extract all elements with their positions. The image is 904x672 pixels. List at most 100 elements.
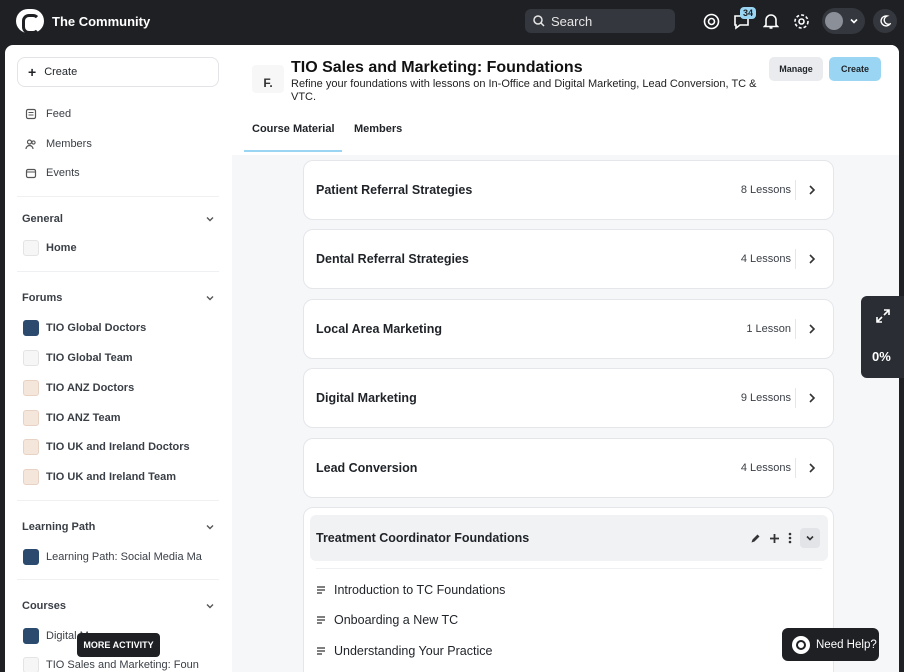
section-title: Learning Path: [22, 521, 96, 533]
section-title: Local Area Marketing: [316, 322, 442, 336]
need-help-button[interactable]: Need Help?: [782, 628, 879, 661]
sidebar-item-forum[interactable]: TIO Global Team: [23, 348, 133, 368]
search-input[interactable]: Search: [525, 9, 675, 33]
section-title: General: [22, 213, 63, 225]
divider: [795, 388, 796, 408]
space-icon: [23, 469, 39, 485]
section-forums[interactable]: Forums: [22, 288, 215, 308]
bell-icon[interactable]: [760, 10, 782, 32]
create-button[interactable]: + Create: [17, 57, 219, 87]
section-learning-path[interactable]: Learning Path: [22, 517, 215, 537]
progress-widget[interactable]: 0%: [861, 296, 904, 378]
calendar-icon: [25, 167, 37, 179]
space-icon: [23, 628, 39, 644]
settings-icon[interactable]: [790, 10, 812, 32]
sidebar-item-label: Events: [46, 167, 80, 179]
sidebar-item-label: Learning Path: Social Media Ma: [46, 551, 202, 563]
lesson-count: 9 Lessons: [740, 392, 791, 404]
sidebar-item-forum[interactable]: TIO UK and Ireland Doctors: [23, 437, 190, 457]
support-icon[interactable]: [700, 10, 722, 32]
sidebar-item-feed[interactable]: Feed: [25, 104, 71, 124]
lesson-item[interactable]: Onboarding a New TC: [316, 613, 458, 627]
sidebar-item-learning-path[interactable]: Learning Path: Social Media Ma: [23, 547, 202, 567]
lesson-title: Onboarding a New TC: [334, 613, 459, 627]
section-courses[interactable]: Courses: [22, 596, 215, 616]
more-icon[interactable]: [788, 532, 792, 544]
divider: [17, 500, 219, 501]
chevron-down-icon: [206, 296, 214, 301]
divider: [17, 271, 219, 272]
brand[interactable]: The Community: [16, 9, 150, 34]
search-placeholder: Search: [551, 13, 593, 29]
course-logo: F.: [252, 65, 284, 93]
sidebar-item-label: TIO Global Team: [46, 352, 133, 364]
section-card[interactable]: Dental Referral Strategies 4 Lessons: [303, 229, 834, 289]
lesson-count: 8 Lessons: [740, 184, 791, 196]
section-title: Treatment Coordinator Foundations: [316, 531, 530, 545]
sidebar-item-course[interactable]: TIO Sales and Marketing: Foun: [23, 655, 199, 672]
space-icon: [23, 320, 39, 336]
plus-icon[interactable]: [769, 533, 780, 544]
lesson-item[interactable]: Introduction to TC Foundations: [316, 583, 505, 597]
sidebar-item-forum[interactable]: TIO ANZ Team: [23, 408, 121, 428]
manage-button[interactable]: Manage: [769, 57, 823, 81]
create-lesson-button[interactable]: Create: [829, 57, 881, 81]
chevron-down-icon: [206, 217, 214, 222]
section-card[interactable]: Patient Referral Strategies 8 Lessons: [303, 160, 834, 220]
need-help-label: Need Help?: [816, 638, 877, 651]
expand-icon: [876, 309, 890, 323]
section-title: Patient Referral Strategies: [316, 183, 473, 197]
section-general[interactable]: General: [22, 209, 215, 229]
lesson-item[interactable]: Understanding Your Practice: [316, 644, 492, 658]
feed-icon: [25, 108, 37, 120]
sidebar-item-forum[interactable]: TIO UK and Ireland Team: [23, 467, 176, 487]
section-card[interactable]: Local Area Marketing 1 Lesson: [303, 299, 834, 359]
divider: [17, 196, 219, 197]
chevron-right-icon[interactable]: [807, 253, 817, 265]
main-content: F. TIO Sales and Marketing: Foundations …: [232, 45, 899, 672]
sidebar-item-members[interactable]: Members: [25, 134, 92, 154]
section-header[interactable]: Treatment Coordinator Foundations: [310, 515, 828, 561]
space-icon: [23, 380, 39, 396]
lesson-title: Understanding Your Practice: [334, 644, 493, 658]
space-icon: [23, 240, 39, 256]
collapse-button[interactable]: [800, 528, 820, 548]
chevron-right-icon[interactable]: [807, 462, 817, 474]
divider: [795, 180, 796, 200]
sidebar-item-events[interactable]: Events: [25, 163, 80, 183]
lesson-count: 1 Lesson: [746, 323, 791, 335]
sidebar-item-home[interactable]: Home: [23, 238, 77, 258]
sidebar-item-forum[interactable]: TIO Global Doctors: [23, 318, 146, 338]
lesson-icon: [317, 586, 325, 594]
section-title: Dental Referral Strategies: [316, 252, 469, 266]
section-title: Forums: [22, 292, 63, 304]
moon-icon[interactable]: [873, 9, 897, 33]
space-icon: [23, 657, 39, 672]
tab-members[interactable]: Members: [354, 123, 402, 135]
chevron-right-icon[interactable]: [807, 323, 817, 335]
chevron-right-icon[interactable]: [807, 392, 817, 404]
sidebar-item-label: Members: [46, 138, 92, 150]
lesson-icon: [317, 616, 325, 624]
section-title: Lead Conversion: [316, 461, 418, 475]
members-icon: [25, 138, 37, 150]
chevron-right-icon[interactable]: [807, 184, 817, 196]
search-icon: [533, 15, 545, 27]
section-card[interactable]: Digital Marketing 9 Lessons: [303, 368, 834, 428]
user-menu[interactable]: [822, 8, 865, 34]
community-logo-icon: [16, 9, 44, 34]
sidebar-item-forum[interactable]: TIO ANZ Doctors: [23, 378, 134, 398]
plus-icon: +: [28, 64, 37, 80]
sidebar-item-label: TIO Sales and Marketing: Foun: [46, 659, 199, 671]
lesson-count: 4 Lessons: [740, 253, 791, 265]
pencil-icon[interactable]: [750, 533, 761, 544]
messages-icon[interactable]: 34: [730, 7, 757, 32]
section-title: Digital Marketing: [316, 391, 417, 405]
tab-course-material[interactable]: Course Material: [252, 123, 335, 135]
chevron-down-icon: [850, 18, 858, 24]
sidebar-item-label: TIO ANZ Doctors: [46, 382, 135, 394]
divider: [17, 579, 219, 580]
section-card-expanded: Treatment Coordinator Foundations Introd…: [303, 507, 834, 672]
sidebar-item-label: TIO UK and Ireland Team: [46, 471, 176, 483]
section-card[interactable]: Lead Conversion 4 Lessons: [303, 438, 834, 498]
